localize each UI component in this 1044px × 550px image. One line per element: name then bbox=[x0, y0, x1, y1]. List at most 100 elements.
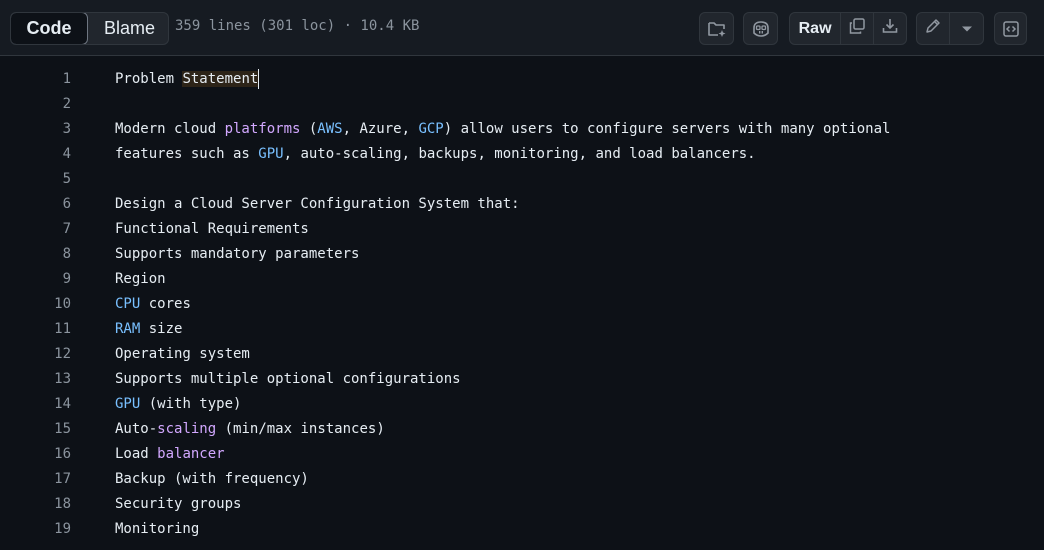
code-text: Supports multiple optional configuration… bbox=[115, 371, 461, 387]
syntax-token: GPU bbox=[258, 146, 284, 162]
syntax-token: platforms bbox=[224, 121, 301, 137]
code-text: Operating system bbox=[115, 346, 250, 362]
view-mode-toggle: Code Blame bbox=[10, 12, 169, 45]
code-text: Problem bbox=[115, 71, 183, 87]
pencil-icon bbox=[924, 17, 942, 40]
code-line: 7 Functional Requirements bbox=[0, 217, 1044, 242]
code-text: Supports mandatory parameters bbox=[115, 246, 360, 262]
code-text: Auto- bbox=[115, 421, 158, 437]
code-line: 12 Operating system bbox=[0, 342, 1044, 367]
code-text: Monitoring bbox=[115, 521, 200, 537]
code-line: 13 Supports multiple optional configurati… bbox=[0, 367, 1044, 392]
line-number[interactable]: 19 bbox=[0, 517, 71, 542]
code-line: 6 Design a Cloud Server Configuration Sys… bbox=[0, 192, 1044, 217]
syntax-token: GPU bbox=[115, 396, 141, 412]
code-line: 3 Modern cloud platforms (AWS, Azure, GCP… bbox=[0, 117, 1044, 142]
line-number[interactable]: 18 bbox=[0, 492, 71, 517]
line-number[interactable]: 14 bbox=[0, 392, 71, 417]
line-number[interactable]: 13 bbox=[0, 367, 71, 392]
raw-button[interactable]: Raw bbox=[790, 13, 842, 44]
caret-down-icon bbox=[961, 20, 973, 38]
edit-options-button[interactable] bbox=[950, 13, 983, 44]
line-number[interactable]: 7 bbox=[0, 217, 71, 242]
code-view[interactable]: 1 Problem Statement 2 3 Modern cloud platfor… bbox=[0, 67, 1044, 542]
raw-actions-group: Raw bbox=[789, 12, 907, 45]
line-content: Supports multiple optional configuration… bbox=[115, 367, 461, 392]
line-content: Backup (with frequency) bbox=[115, 467, 309, 492]
raw-button-label: Raw bbox=[798, 19, 832, 37]
line-number[interactable]: 4 bbox=[0, 142, 71, 167]
highlighted-token: Statement bbox=[182, 71, 259, 87]
line-number[interactable]: 17 bbox=[0, 467, 71, 492]
line-number[interactable]: 2 bbox=[0, 92, 71, 117]
code-text: (min/max instances) bbox=[216, 421, 385, 437]
tab-code[interactable]: Code bbox=[11, 13, 88, 44]
code-line: 5 bbox=[0, 167, 1044, 192]
line-content: Security groups bbox=[115, 492, 241, 517]
syntax-token: scaling bbox=[157, 421, 217, 437]
code-line: 11 RAM size bbox=[0, 317, 1044, 342]
symbols-button[interactable] bbox=[699, 12, 734, 45]
line-number[interactable]: 5 bbox=[0, 167, 71, 192]
line-number[interactable]: 15 bbox=[0, 417, 71, 442]
code-line: 8 Supports mandatory parameters bbox=[0, 242, 1044, 267]
code-text: ( bbox=[300, 121, 318, 137]
symbols-panel-button[interactable] bbox=[994, 12, 1027, 45]
code-line: 9 Region bbox=[0, 267, 1044, 292]
edit-actions-group bbox=[916, 12, 984, 45]
syntax-token: GCP bbox=[418, 121, 444, 137]
syntax-token: AWS bbox=[317, 121, 343, 137]
code-line: 16 Load balancer bbox=[0, 442, 1044, 467]
copilot-button[interactable] bbox=[743, 12, 778, 45]
line-number[interactable]: 12 bbox=[0, 342, 71, 367]
code-line: 10 CPU cores bbox=[0, 292, 1044, 317]
edit-button[interactable] bbox=[917, 13, 951, 44]
code-line: 1 Problem Statement bbox=[0, 67, 1044, 92]
code-text: size bbox=[140, 321, 183, 337]
code-text: , auto-scaling, backups, monitoring, and… bbox=[283, 146, 756, 162]
code-text: Design a Cloud Server Configuration Syst… bbox=[115, 196, 520, 212]
line-content: features such as GPU, auto-scaling, back… bbox=[115, 142, 756, 167]
line-content: Load balancer bbox=[115, 442, 225, 467]
folder-sparkle-icon bbox=[707, 20, 727, 38]
code-panel-icon bbox=[1002, 20, 1020, 38]
download-button[interactable] bbox=[874, 13, 906, 44]
line-content: Region bbox=[115, 267, 166, 292]
code-text: (with type) bbox=[140, 396, 242, 412]
code-line: 17 Backup (with frequency) bbox=[0, 467, 1044, 492]
code-line: 2 bbox=[0, 92, 1044, 117]
line-number[interactable]: 11 bbox=[0, 317, 71, 342]
code-line: 18 Security groups bbox=[0, 492, 1044, 517]
code-text: Security groups bbox=[115, 496, 242, 512]
code-line: 19 Monitoring bbox=[0, 517, 1044, 542]
code-text: features such as bbox=[115, 146, 259, 162]
file-toolbar: Code Blame 359 lines (301 loc) · 10.4 KB… bbox=[0, 0, 1044, 56]
code-text: Functional Requirements bbox=[115, 221, 309, 237]
line-number[interactable]: 3 bbox=[0, 117, 71, 142]
line-number[interactable]: 9 bbox=[0, 267, 71, 292]
code-line: 15 Auto-scaling (min/max instances) bbox=[0, 417, 1044, 442]
line-number[interactable]: 1 bbox=[0, 67, 71, 92]
line-content: Problem Statement bbox=[115, 67, 260, 92]
syntax-token: balancer bbox=[157, 446, 225, 462]
code-line: 14 GPU (with type) bbox=[0, 392, 1044, 417]
copy-icon bbox=[848, 17, 866, 40]
code-text: cores bbox=[140, 296, 191, 312]
line-number[interactable]: 6 bbox=[0, 192, 71, 217]
line-content: Design a Cloud Server Configuration Syst… bbox=[115, 192, 520, 217]
line-content: Monitoring bbox=[115, 517, 199, 542]
code-line: 4 features such as GPU, auto-scaling, bac… bbox=[0, 142, 1044, 167]
download-icon bbox=[881, 17, 899, 40]
line-content: Operating system bbox=[115, 342, 250, 367]
syntax-token: RAM bbox=[115, 321, 141, 337]
line-number[interactable]: 16 bbox=[0, 442, 71, 467]
code-text: Region bbox=[115, 271, 166, 287]
line-number[interactable]: 8 bbox=[0, 242, 71, 267]
file-info: 359 lines (301 loc) · 10.4 KB bbox=[175, 18, 420, 34]
code-text: Load bbox=[115, 446, 158, 462]
line-content: Modern cloud platforms (AWS, Azure, GCP)… bbox=[115, 117, 890, 142]
tab-blame[interactable]: Blame bbox=[88, 13, 168, 44]
line-number[interactable]: 10 bbox=[0, 292, 71, 317]
copy-button[interactable] bbox=[841, 13, 874, 44]
line-content: Functional Requirements bbox=[115, 217, 309, 242]
